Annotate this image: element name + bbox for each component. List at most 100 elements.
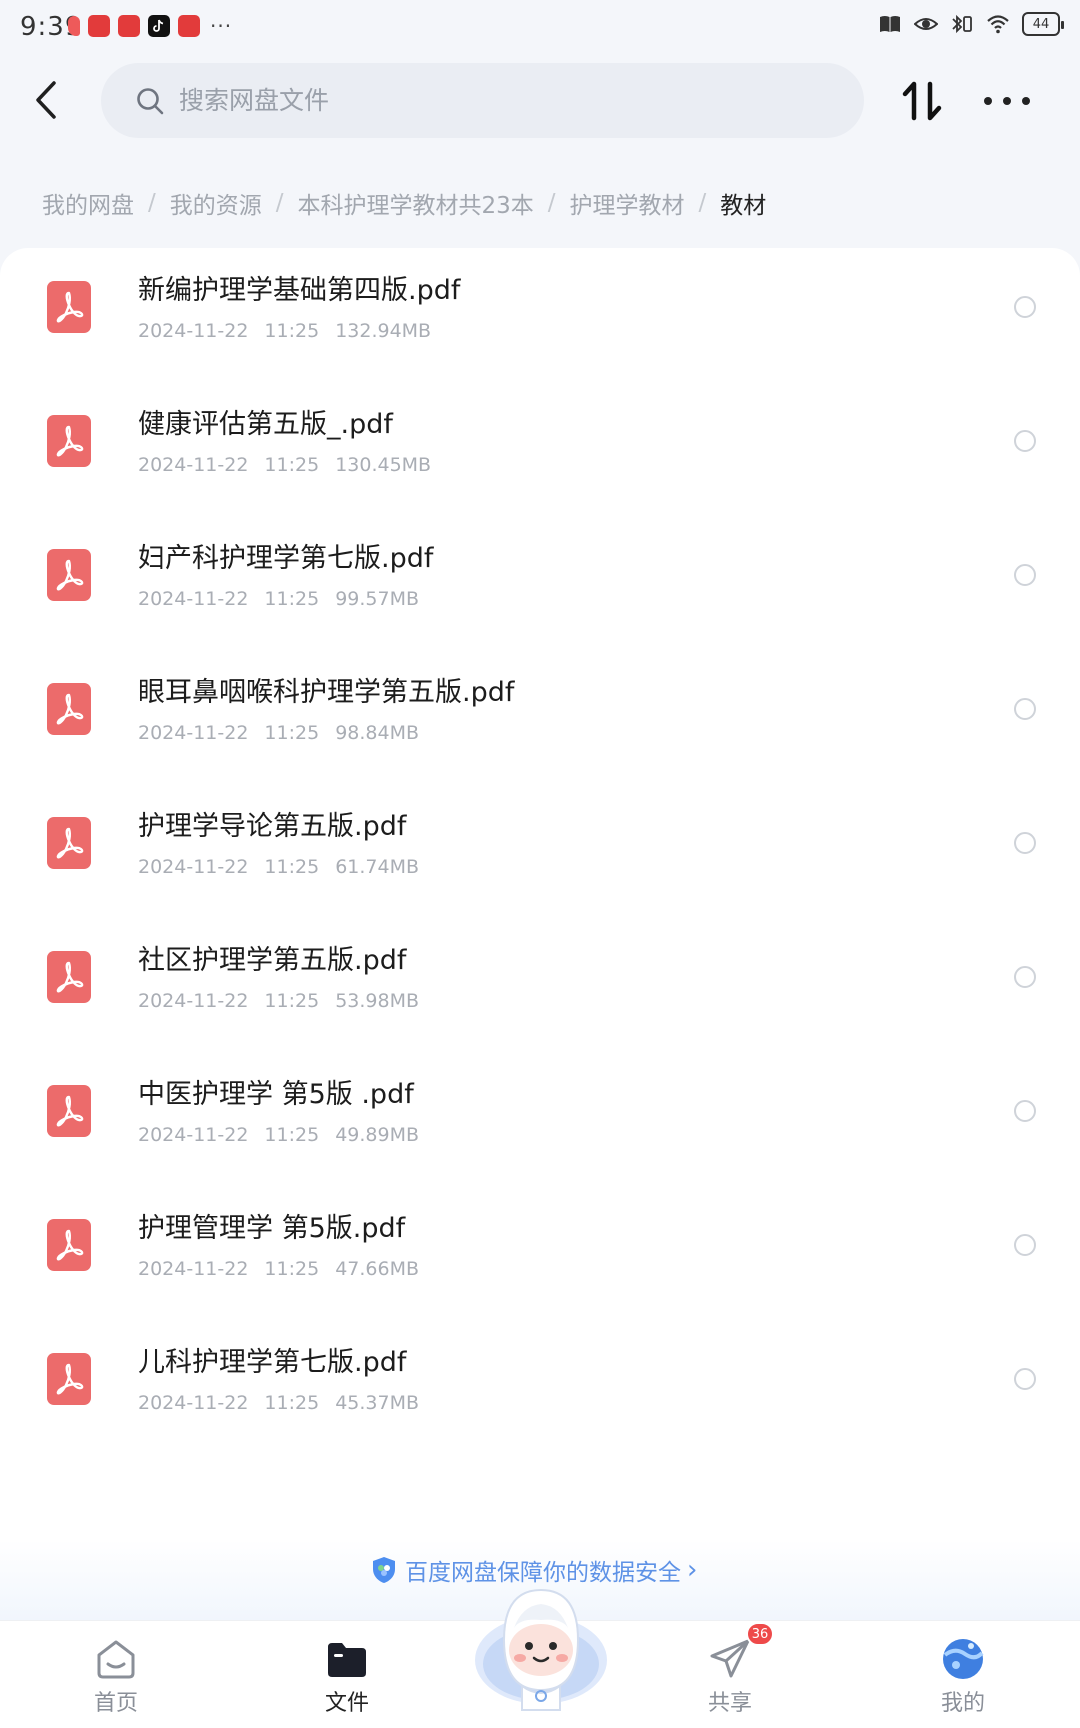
file-size: 45.37MB (335, 1392, 420, 1414)
file-date: 2024-11-22 (138, 856, 249, 878)
file-meta: 2024-11-22 11:25 45.37MB (138, 1392, 419, 1414)
file-time: 11:25 (264, 588, 320, 610)
file-meta: 2024-11-22 11:25 47.66MB (138, 1258, 419, 1280)
file-size: 132.94MB (335, 320, 432, 342)
pdf-file-icon (47, 549, 91, 601)
search-icon (137, 87, 164, 114)
file-size: 47.66MB (335, 1258, 420, 1280)
dot-icon (1022, 97, 1030, 105)
breadcrumb-separator: / (275, 190, 284, 216)
file-meta: 2024-11-22 11:25 132.94MB (138, 320, 431, 342)
file-date: 2024-11-22 (138, 1392, 249, 1414)
sort-button[interactable] (900, 78, 946, 124)
file-time: 11:25 (264, 722, 320, 744)
select-radio[interactable] (1014, 1234, 1036, 1256)
shield-icon (373, 1557, 395, 1583)
file-row[interactable]: 护理学导论第五版.pdf 2024-11-22 11:25 61.74MB (0, 784, 1080, 918)
breadcrumb-item[interactable]: 本科护理学教材共23本 (298, 186, 534, 220)
file-row[interactable]: 眼耳鼻咽喉科护理学第五版.pdf 2024-11-22 11:25 98.84MB (0, 650, 1080, 784)
file-list: 新编护理学基础第四版.pdf 2024-11-22 11:25 132.94MB 健… (0, 248, 1080, 1618)
more-notifications-icon: ··· (210, 14, 233, 38)
breadcrumb-item[interactable]: 护理学教材 (570, 186, 685, 220)
home-icon (97, 1640, 135, 1679)
pdf-file-icon (47, 1085, 91, 1137)
huawei-app-icon (178, 15, 200, 37)
file-row[interactable]: 中医护理学 第5版 .pdf 2024-11-22 11:25 49.89MB (0, 1052, 1080, 1186)
douyin-icon (148, 15, 170, 37)
file-size: 53.98MB (335, 990, 420, 1012)
file-date: 2024-11-22 (138, 320, 249, 342)
file-date: 2024-11-22 (138, 588, 249, 610)
back-button[interactable] (26, 76, 66, 124)
file-time: 11:25 (264, 990, 320, 1012)
file-name: 中医护理学 第5版 .pdf (138, 1079, 414, 1110)
file-time: 11:25 (264, 454, 320, 476)
tab-files[interactable]: 文件 (287, 1621, 407, 1728)
file-size: 98.84MB (335, 722, 420, 744)
tab-label: 我的 (940, 1691, 985, 1716)
breadcrumb: 我的网盘 / 我的资源 / 本科护理学教材共23本 / 护理学教材 / 教材 (42, 186, 766, 220)
file-time: 11:25 (264, 1258, 320, 1280)
select-radio[interactable] (1014, 564, 1036, 586)
select-radio[interactable] (1014, 296, 1036, 318)
dot-icon (1003, 97, 1011, 105)
select-radio[interactable] (1014, 832, 1036, 854)
file-date: 2024-11-22 (138, 1258, 249, 1280)
file-meta: 2024-11-22 11:25 53.98MB (138, 990, 419, 1012)
pdf-file-icon (47, 1353, 91, 1405)
search-input[interactable] (179, 86, 779, 115)
tab-label: 首页 (93, 1691, 138, 1716)
status-bar: 9:39 ··· 44 (0, 0, 1080, 56)
file-date: 2024-11-22 (138, 454, 249, 476)
file-meta: 2024-11-22 11:25 61.74MB (138, 856, 419, 878)
share-badge: 36 (746, 1622, 774, 1646)
select-radio[interactable] (1014, 430, 1036, 452)
tab-label: 文件 (324, 1691, 369, 1716)
mascot-assistant-button[interactable] (470, 1578, 612, 1716)
pdf-file-icon (47, 281, 91, 333)
file-row[interactable]: 新编护理学基础第四版.pdf 2024-11-22 11:25 132.94MB (0, 248, 1080, 382)
file-name: 眼耳鼻咽喉科护理学第五版.pdf (138, 677, 515, 708)
breadcrumb-separator: / (148, 190, 156, 216)
file-name: 健康评估第五版_.pdf (138, 409, 393, 440)
file-row[interactable]: 健康评估第五版_.pdf 2024-11-22 11:25 130.45MB (0, 382, 1080, 516)
file-date: 2024-11-22 (138, 1124, 249, 1146)
tab-home[interactable]: 首页 (56, 1621, 176, 1728)
select-radio[interactable] (1014, 698, 1036, 720)
file-name: 护理学导论第五版.pdf (138, 811, 407, 842)
file-time: 11:25 (264, 320, 320, 342)
chevron-left-icon (36, 81, 56, 119)
file-date: 2024-11-22 (138, 990, 249, 1012)
system-icons: 44 (878, 12, 1064, 36)
bluetooth-vibrate-icon (952, 14, 972, 34)
file-size: 99.57MB (335, 588, 420, 610)
search-box[interactable] (101, 63, 864, 138)
breadcrumb-separator: / (547, 190, 556, 216)
file-size: 49.89MB (335, 1124, 420, 1146)
file-date: 2024-11-22 (138, 722, 249, 744)
file-name: 儿科护理学第七版.pdf (138, 1347, 407, 1378)
file-row[interactable]: 社区护理学第五版.pdf 2024-11-22 11:25 53.98MB (0, 918, 1080, 1052)
select-radio[interactable] (1014, 966, 1036, 988)
folder-icon (328, 1643, 366, 1677)
file-row[interactable]: 妇产科护理学第七版.pdf 2024-11-22 11:25 99.57MB (0, 516, 1080, 650)
file-meta: 2024-11-22 11:25 99.57MB (138, 588, 419, 610)
file-meta: 2024-11-22 11:25 130.45MB (138, 454, 431, 476)
eye-icon (914, 18, 938, 30)
sort-arrows-icon (902, 81, 942, 121)
battery-indicator: 44 (1022, 12, 1064, 36)
select-radio[interactable] (1014, 1368, 1036, 1390)
app-notification-icon (68, 16, 80, 36)
breadcrumb-item[interactable]: 我的网盘 (42, 186, 134, 220)
tab-profile[interactable]: 我的 (903, 1621, 1023, 1728)
file-time: 11:25 (264, 1392, 320, 1414)
file-meta: 2024-11-22 11:25 98.84MB (138, 722, 419, 744)
breadcrumb-item[interactable]: 我的资源 (170, 186, 262, 220)
profile-planet-icon (943, 1639, 984, 1679)
select-radio[interactable] (1014, 1100, 1036, 1122)
file-row[interactable]: 护理管理学 第5版.pdf 2024-11-22 11:25 47.66MB (0, 1186, 1080, 1320)
more-options-button[interactable] (984, 84, 1030, 118)
file-row[interactable]: 儿科护理学第七版.pdf 2024-11-22 11:25 45.37MB (0, 1320, 1080, 1454)
file-name: 护理管理学 第5版.pdf (138, 1213, 406, 1244)
file-name: 社区护理学第五版.pdf (138, 945, 407, 976)
